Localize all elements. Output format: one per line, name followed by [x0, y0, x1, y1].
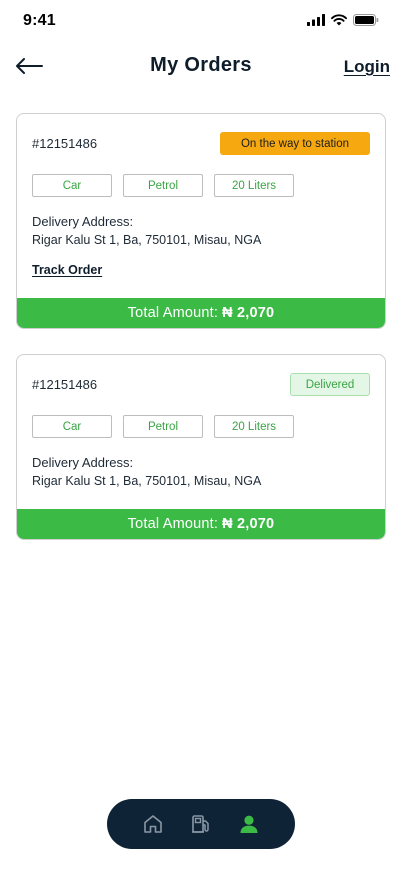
quantity-tag: 20 Liters	[214, 174, 294, 197]
nav-home[interactable]	[137, 808, 169, 840]
address-value: Rigar Kalu St 1, Ba, 750101, Misau, NGA	[32, 474, 262, 488]
status-icons	[307, 14, 379, 26]
vehicle-tag: Car	[32, 415, 112, 438]
order-card[interactable]: #12151486 Delivered Car Petrol 20 Liters…	[16, 354, 386, 540]
login-link[interactable]: Login	[344, 57, 390, 77]
order-tags: Car Petrol 20 Liters	[32, 415, 294, 438]
status-badge: On the way to station	[220, 132, 370, 155]
wifi-icon	[331, 14, 347, 26]
vehicle-tag: Car	[32, 174, 112, 197]
order-id: #12151486	[32, 377, 98, 392]
page-title: My Orders	[150, 54, 252, 76]
bottom-nav	[107, 799, 295, 849]
nav-profile[interactable]	[233, 808, 265, 840]
nav-fuel[interactable]	[185, 808, 217, 840]
fuel-type-tag: Petrol	[123, 174, 203, 197]
home-icon	[144, 815, 162, 833]
cellular-signal-icon	[307, 14, 325, 26]
total-amount-bar: Total Amount: ₦ 2,070	[17, 298, 385, 328]
user-icon	[240, 815, 258, 833]
status-time: 9:41	[23, 12, 56, 29]
header: My Orders Login	[0, 44, 402, 88]
address-label: Delivery Address:	[32, 455, 134, 470]
battery-icon	[353, 14, 379, 26]
total-amount-bar: Total Amount: ₦ 2,070	[17, 509, 385, 539]
address-label: Delivery Address:	[32, 214, 134, 229]
total-amount: ₦ 2,070	[222, 305, 275, 321]
fuel-type-tag: Petrol	[123, 415, 203, 438]
quantity-tag: 20 Liters	[214, 415, 294, 438]
order-tags: Car Petrol 20 Liters	[32, 174, 294, 197]
total-amount: ₦ 2,070	[222, 516, 275, 532]
status-badge: Delivered	[290, 373, 370, 396]
order-card[interactable]: #12151486 On the way to station Car Petr…	[16, 113, 386, 329]
fuel-pump-icon	[192, 815, 209, 833]
total-label: Total Amount:	[127, 516, 219, 532]
total-label: Total Amount:	[127, 305, 219, 321]
address-value: Rigar Kalu St 1, Ba, 750101, Misau, NGA	[32, 233, 262, 247]
order-id: #12151486	[32, 136, 98, 151]
track-order-link[interactable]: Track Order	[32, 263, 102, 277]
status-bar: 9:41	[0, 0, 402, 44]
